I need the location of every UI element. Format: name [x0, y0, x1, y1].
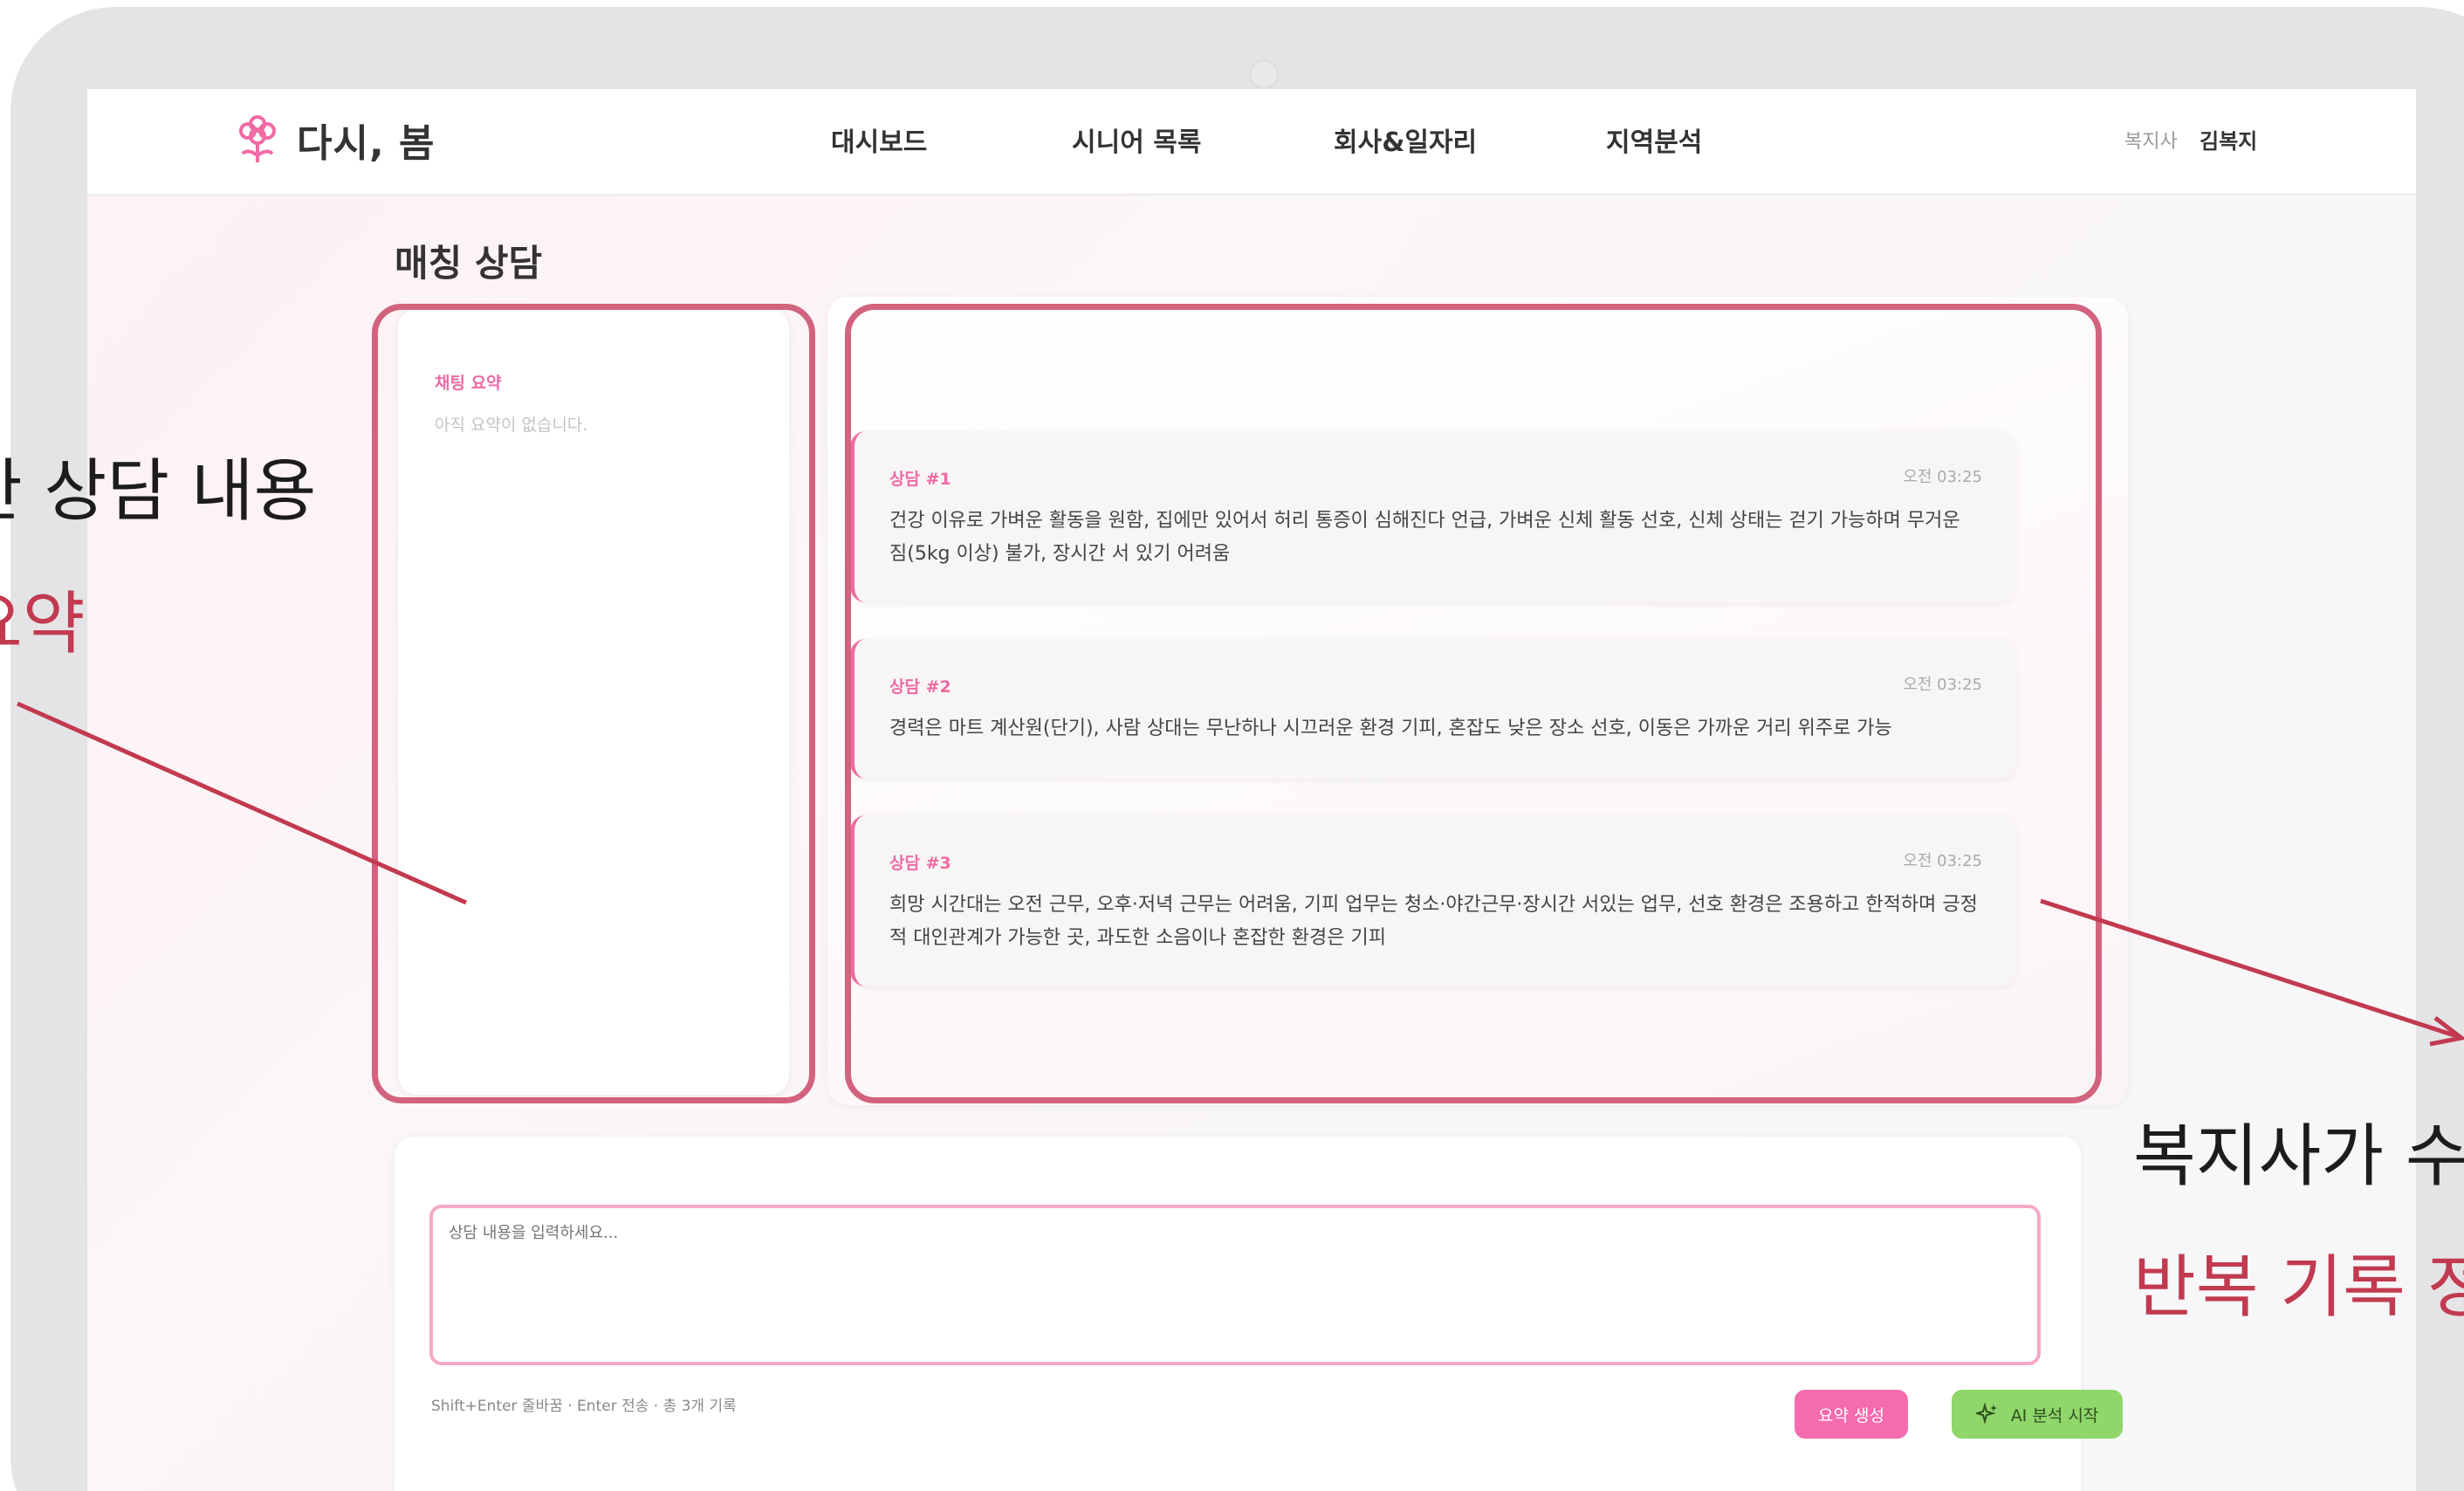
right-arrow-line — [2040, 898, 2461, 1040]
annotation-left-line2: 요약 — [0, 585, 86, 663]
annotation-right-line1: 복지사가 수 — [2133, 1117, 2464, 1196]
left-arrow-line — [16, 701, 468, 905]
annotation-right-line2: 반복 기록 정 — [2133, 1248, 2464, 1327]
annotation-left-line1: 한 상담 내용 — [0, 452, 317, 531]
annotation-arrows — [16, 701, 2464, 1047]
presentation-slide: 다시, 봄 대시보드 시니어 목록 회사&일자리 지역분석 복지사 김복지 매칭… — [0, 0, 2464, 1491]
